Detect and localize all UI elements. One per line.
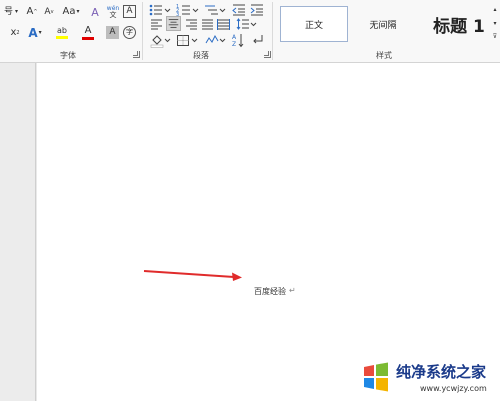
change-case-button[interactable]: Aa ▾	[60, 5, 82, 19]
style-heading-1-label: 标题 1	[433, 16, 485, 37]
styles-group-label: 样式	[376, 51, 392, 60]
watermark-title: 纯净系统之家	[396, 363, 487, 381]
ribbon: 号 ▾ A ^ Av Aa ▾ A wén 文 A x2 A ▾ ab A A 字…	[0, 0, 500, 63]
styles-scroll-up-button[interactable]: ▴	[490, 5, 500, 15]
group-divider	[272, 2, 273, 60]
font-color-bar	[82, 37, 94, 40]
shading-button[interactable]	[150, 33, 172, 48]
phonetic-guide-char: 文	[109, 10, 117, 19]
enclose-char-button[interactable]: 字	[123, 26, 136, 39]
show-marks-button[interactable]	[251, 33, 265, 47]
chevron-down-icon: ▾	[38, 29, 42, 36]
increase-indent-button[interactable]	[250, 3, 264, 17]
grow-font-icon: A	[26, 6, 34, 17]
style-heading-1[interactable]: 标题 1	[420, 6, 498, 42]
group-divider	[142, 2, 143, 60]
align-left-button[interactable]	[150, 18, 163, 30]
phonetic-guide-button[interactable]: wén 文	[106, 4, 120, 20]
svg-text:Z: Z	[232, 41, 236, 48]
line-spacing-button[interactable]	[235, 17, 257, 31]
numbering-button[interactable]: 1 2 3	[176, 3, 200, 17]
sort-button[interactable]: A Z	[231, 32, 245, 48]
superscript-button[interactable]: x2	[8, 26, 22, 40]
shrink-font-button[interactable]: Av	[42, 5, 56, 19]
red-arrow-annotation	[143, 270, 242, 281]
change-case-icon: Aa	[62, 6, 76, 17]
paragraph-dialog-launcher-icon[interactable]	[264, 51, 271, 58]
font-color-button[interactable]: A	[78, 24, 98, 42]
paragraph-mark: ↵	[289, 286, 296, 295]
styles-more-button[interactable]: ⊽	[490, 32, 500, 42]
char-shading-icon: A	[109, 27, 116, 37]
align-center-button[interactable]	[166, 16, 181, 31]
distributed-button[interactable]	[217, 18, 230, 30]
font-color-icon: A	[84, 25, 92, 36]
font-group-label: 字体	[60, 51, 76, 60]
highlight-color-bar	[56, 36, 68, 39]
text-effect-button[interactable]: A ▾	[25, 26, 45, 40]
chevron-down-icon: ▾	[15, 8, 19, 15]
style-normal[interactable]: 正文	[280, 6, 348, 42]
char-border-button[interactable]: A	[123, 5, 136, 18]
highlighter-icon: ab	[57, 26, 67, 35]
grow-font-button[interactable]: A ^	[25, 5, 39, 19]
left-margin-strip	[0, 63, 36, 401]
char-border-icon: A	[126, 6, 133, 16]
justify-button[interactable]	[201, 18, 214, 30]
styles-scroll-down-button[interactable]: ▾	[490, 19, 500, 29]
text-effect-icon: A	[28, 26, 38, 40]
enclose-char-icon: 字	[126, 28, 133, 36]
font-size-label: 号	[3, 6, 13, 17]
style-no-spacing-label: 无间隔	[369, 20, 397, 31]
borders-button[interactable]	[176, 33, 200, 48]
font-dialog-launcher-icon[interactable]	[133, 51, 140, 58]
align-right-button[interactable]	[185, 18, 198, 30]
multilevel-list-button[interactable]	[203, 3, 227, 17]
windows-logo-icon	[364, 362, 388, 392]
clear-format-icon: A	[91, 5, 99, 19]
style-no-spacing[interactable]: 无间隔	[350, 6, 416, 42]
chinese-layout-button[interactable]	[204, 33, 228, 48]
highlight-button[interactable]: ab	[52, 24, 72, 42]
clear-format-button[interactable]: A	[88, 5, 102, 19]
font-size-dropdown[interactable]: 号 ▾	[0, 5, 22, 19]
document-page[interactable]	[37, 63, 500, 401]
bullets-button[interactable]	[148, 3, 172, 17]
paragraph-group-label: 段落	[193, 51, 209, 60]
watermark-url: www.ycwjzy.com	[420, 384, 487, 393]
document-text[interactable]: 百度经验	[254, 286, 286, 297]
watermark: 纯净系统之家 www.ycwjzy.com	[360, 357, 500, 401]
svg-text:A: A	[232, 34, 237, 41]
decrease-indent-button[interactable]	[232, 3, 246, 17]
chevron-down-icon: ▾	[76, 8, 80, 15]
style-normal-label: 正文	[304, 20, 323, 31]
char-shading-button[interactable]: A	[106, 26, 119, 39]
